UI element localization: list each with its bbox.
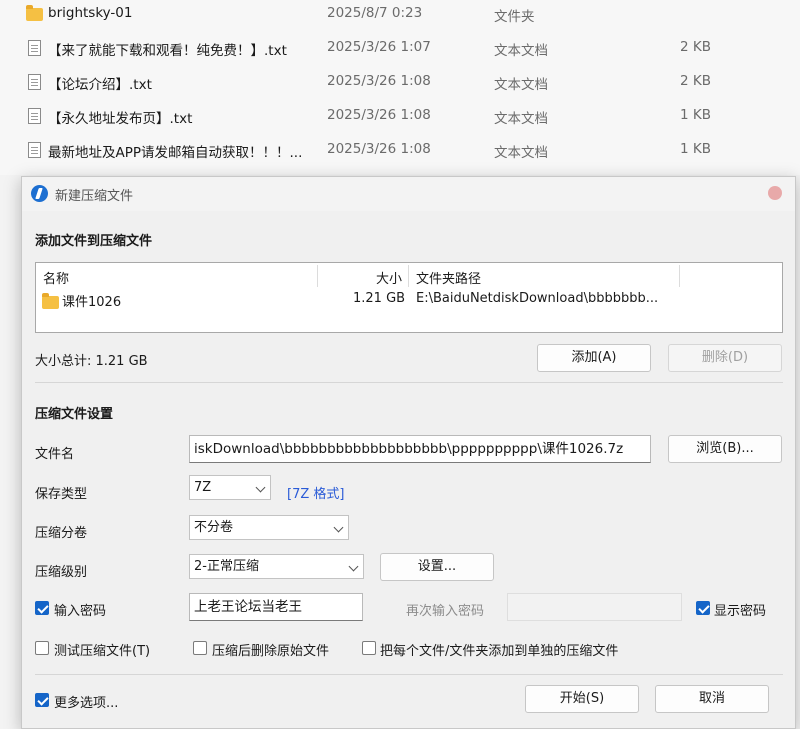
chevron-down-icon: [333, 522, 344, 533]
file-type: 文本文档: [494, 43, 548, 59]
file-date: 2025/3/26 1:08: [327, 141, 431, 157]
text-file-icon: [26, 40, 42, 56]
more-options-checkbox[interactable]: [35, 693, 49, 707]
save-type-value: 7Z: [194, 480, 212, 495]
chevron-down-icon: [255, 482, 266, 493]
filename-input[interactable]: iskDownload\bbbbbbbbbbbbbbbbbbb\pppppppp…: [189, 435, 651, 463]
file-type: 文本文档: [494, 111, 548, 127]
text-file-icon: [26, 142, 42, 158]
split-select[interactable]: 不分卷: [189, 515, 349, 540]
file-type: 文件夹: [494, 9, 535, 25]
item-name: 课件1026: [62, 295, 122, 310]
file-size: 1 KB: [680, 107, 711, 123]
compression-level-select[interactable]: 2-正常压缩: [189, 554, 364, 579]
file-name: 【论坛介绍】.txt: [48, 77, 152, 93]
add-section-title: 添加文件到压缩文件: [35, 234, 153, 249]
file-type: 文本文档: [494, 77, 548, 93]
more-options-label[interactable]: 更多选项...: [54, 692, 118, 711]
delete-button[interactable]: 删除(D): [668, 344, 782, 372]
file-type: 文本文档: [494, 145, 548, 161]
file-size: 2 KB: [680, 73, 711, 89]
separate-archives-label[interactable]: 把每个文件/文件夹添加到单独的压缩文件: [380, 640, 618, 659]
column-divider[interactable]: [408, 265, 409, 287]
show-password-label[interactable]: 显示密码: [714, 600, 766, 619]
test-archive-label[interactable]: 测试压缩文件(T): [54, 640, 150, 659]
file-row[interactable]: 【来了就能下载和观看！纯免费！】.txt 2025/3/26 1:07 文本文档…: [0, 31, 800, 65]
test-archive-checkbox[interactable]: [35, 641, 49, 655]
settings-section-title: 压缩文件设置: [35, 407, 114, 422]
app-logo-icon: [31, 185, 48, 202]
format-link[interactable]: [7Z 格式]: [287, 483, 344, 502]
file-list-box[interactable]: 名称 大小 文件夹路径 课件1026 1.21 GB E:\BaiduNetdi…: [35, 262, 783, 333]
folder-icon: [26, 5, 43, 22]
delete-after-checkbox[interactable]: [193, 641, 207, 655]
add-button[interactable]: 添加(A): [537, 344, 651, 372]
total-size-label: 大小总计: 1.21 GB: [35, 354, 148, 369]
save-type-label: 保存类型: [35, 487, 88, 502]
password-input[interactable]: 上老王论坛当老王: [189, 593, 363, 621]
file-row[interactable]: 【永久地址发布页】.txt 2025/3/26 1:08 文本文档 1 KB: [0, 99, 800, 133]
column-divider[interactable]: [679, 265, 680, 287]
split-value: 不分卷: [194, 520, 234, 535]
title-bar[interactable]: 新建压缩文件: [22, 177, 795, 211]
compression-level-value: 2-正常压缩: [194, 559, 259, 574]
file-date: 2025/3/26 1:07: [327, 39, 431, 55]
cancel-button[interactable]: 取消: [655, 685, 769, 713]
folder-icon: [42, 293, 59, 309]
password-checkbox[interactable]: [35, 601, 49, 615]
file-name: brightsky-01: [48, 5, 133, 21]
text-file-icon: [26, 108, 42, 124]
browse-button[interactable]: 浏览(B)...: [668, 435, 782, 463]
separate-archives-checkbox[interactable]: [362, 641, 376, 655]
new-archive-dialog: 新建压缩文件 添加文件到压缩文件 名称 大小 文件夹路径 课件1026 1.21…: [21, 176, 796, 729]
divider: [35, 674, 783, 675]
text-file-icon: [26, 74, 42, 90]
compression-level-label: 压缩级别: [35, 565, 88, 580]
delete-after-label[interactable]: 压缩后删除原始文件: [212, 640, 329, 659]
file-name: 【来了就能下载和观看！纯免费！】.txt: [48, 43, 287, 59]
column-header-name[interactable]: 名称: [43, 268, 69, 287]
column-header-path[interactable]: 文件夹路径: [416, 268, 481, 287]
item-size: 1.21 GB: [353, 291, 406, 306]
file-date: 2025/8/7 0:23: [327, 5, 423, 21]
file-row[interactable]: 【论坛介绍】.txt 2025/3/26 1:08 文本文档 2 KB: [0, 65, 800, 99]
file-row[interactable]: 最新地址及APP请发邮箱自动获取！！！... 2025/3/26 1:08 文本…: [0, 133, 800, 167]
divider: [35, 382, 783, 383]
reenter-password-input[interactable]: [507, 593, 682, 621]
dialog-title: 新建压缩文件: [55, 189, 134, 204]
password-checkbox-label[interactable]: 输入密码: [54, 600, 106, 619]
reenter-password-label: 再次输入密码: [406, 604, 485, 619]
file-row[interactable]: brightsky-01 2025/8/7 0:23 文件夹: [0, 0, 800, 31]
settings-button[interactable]: 设置...: [380, 553, 494, 581]
explorer-file-list: brightsky-01 2025/8/7 0:23 文件夹 【来了就能下载和观…: [0, 0, 800, 175]
file-date: 2025/3/26 1:08: [327, 107, 431, 123]
chevron-down-icon: [348, 561, 359, 572]
close-icon[interactable]: [768, 186, 782, 200]
file-name: 最新地址及APP请发邮箱自动获取！！！...: [48, 145, 303, 161]
column-divider[interactable]: [317, 265, 318, 287]
filename-label: 文件名: [35, 447, 75, 462]
show-password-checkbox[interactable]: [696, 601, 710, 615]
column-header-size[interactable]: 大小: [376, 268, 402, 287]
file-name: 【永久地址发布页】.txt: [48, 111, 193, 127]
file-date: 2025/3/26 1:08: [327, 73, 431, 89]
file-size: 1 KB: [680, 141, 711, 157]
file-size: 2 KB: [680, 39, 711, 55]
item-path: E:\BaiduNetdiskDownload\bbbbbbb...: [416, 291, 659, 306]
start-button[interactable]: 开始(S): [525, 685, 639, 713]
split-label: 压缩分卷: [35, 526, 88, 541]
save-type-select[interactable]: 7Z: [189, 475, 271, 500]
